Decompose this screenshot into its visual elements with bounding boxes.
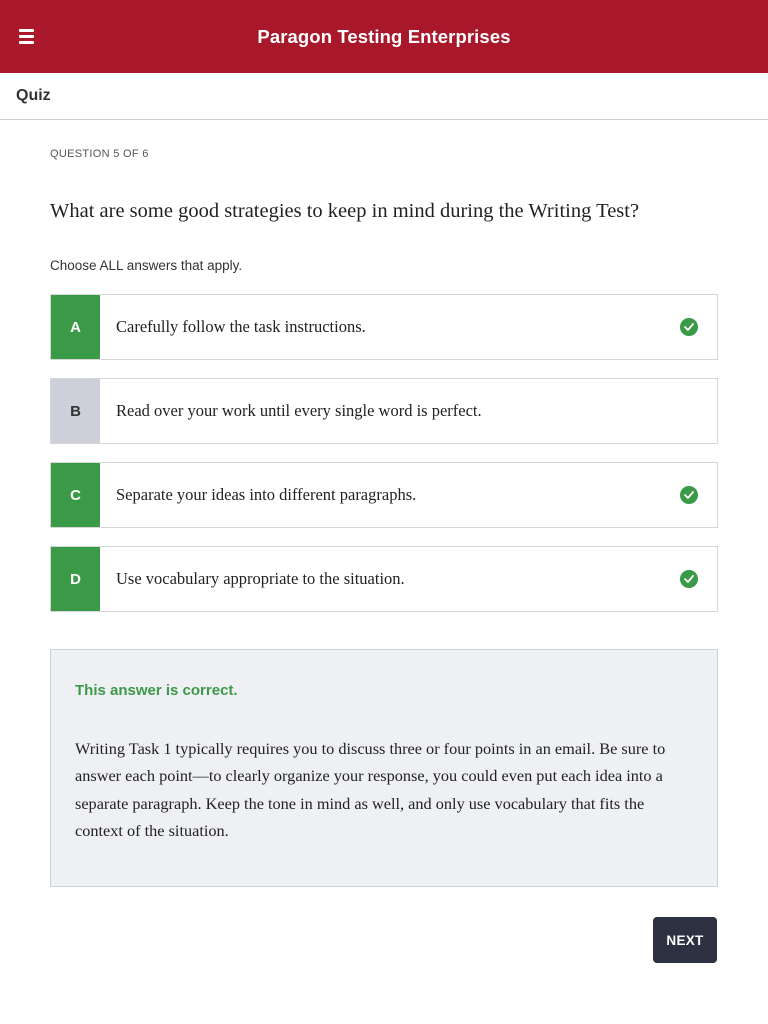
option-text: Read over your work until every single w… — [116, 401, 482, 420]
feedback-explanation: Writing Task 1 typically requires you to… — [75, 739, 666, 840]
check-circle-icon — [680, 318, 698, 336]
option-text: Separate your ideas into different parag… — [116, 485, 417, 504]
answer-option-a[interactable]: A Carefully follow the task instructions… — [50, 294, 718, 360]
next-button[interactable]: NEXT — [653, 917, 717, 963]
option-letter: C — [51, 463, 100, 527]
answer-option-d[interactable]: D Use vocabulary appropriate to the situ… — [50, 546, 718, 612]
answer-option-c[interactable]: C Separate your ideas into different par… — [50, 462, 718, 528]
option-letter: B — [51, 379, 100, 443]
feedback-title: This answer is correct. — [75, 682, 238, 699]
option-letter: D — [51, 547, 100, 611]
question-counter: QUESTION 5 OF 6 — [50, 148, 149, 160]
feedback-panel: This answer is correct. Writing Task 1 t… — [50, 649, 718, 887]
answer-option-b[interactable]: B Read over your work until every single… — [50, 378, 718, 444]
top-app-bar: Paragon Testing Enterprises — [0, 0, 768, 73]
option-text: Carefully follow the task instructions. — [116, 317, 366, 336]
option-letter: A — [51, 295, 100, 359]
question-text: What are some good strategies to keep in… — [50, 200, 640, 222]
app-title: Paragon Testing Enterprises — [257, 25, 511, 47]
check-circle-icon — [680, 486, 698, 504]
check-circle-icon — [680, 570, 698, 588]
hamburger-menu-icon[interactable] — [18, 26, 38, 46]
answer-instructions: Choose ALL answers that apply. — [50, 258, 243, 273]
section-header: Quiz — [0, 73, 768, 120]
section-title: Quiz — [16, 87, 51, 104]
option-text: Use vocabulary appropriate to the situat… — [116, 569, 405, 588]
